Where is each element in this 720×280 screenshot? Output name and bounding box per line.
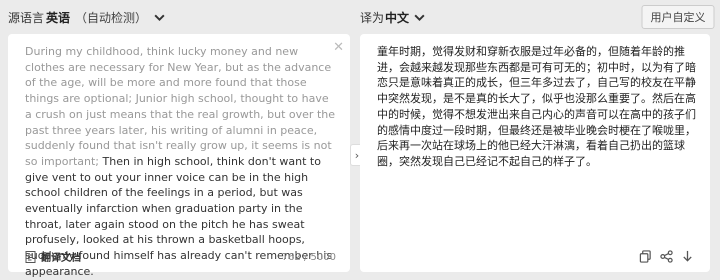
custom-definition-button[interactable]: 用户自定义 xyxy=(641,5,715,29)
character-counter: 762 / 5000 xyxy=(281,252,336,263)
chevron-down-icon xyxy=(154,14,165,22)
source-text-input[interactable]: During my childhood, think lucky money a… xyxy=(25,44,337,280)
translate-document-label: 翻译文档 xyxy=(41,253,81,264)
document-icon xyxy=(25,250,36,263)
translation-actions xyxy=(639,250,694,263)
download-icon[interactable] xyxy=(681,250,694,263)
translate-document-link[interactable]: 翻译文档 xyxy=(25,249,81,264)
target-language-selector[interactable]: 译为 中文 xyxy=(360,9,426,26)
close-icon[interactable]: ✕ xyxy=(333,40,344,55)
copy-icon[interactable] xyxy=(639,250,652,263)
source-language-prefix: 源语言 xyxy=(8,11,45,25)
source-language-selector[interactable]: 源语言 英语 （自动检测） xyxy=(8,9,166,26)
target-language-prefix: 译为 xyxy=(360,11,385,25)
target-panel: 童年时期，觉得发财和穿新衣服是过年必备的，但随着年龄的推进，会越来越发现那些东西… xyxy=(360,34,710,272)
auto-detect-label: （自动检测） xyxy=(75,11,148,25)
top-bar: 源语言 英语 （自动检测） 译为 中文 用户自定义 xyxy=(0,0,720,34)
source-text-muted: During my childhood, think lucky money a… xyxy=(25,45,336,168)
chevron-down-icon xyxy=(414,14,425,22)
share-icon[interactable] xyxy=(660,250,673,263)
source-language-name: 英语 xyxy=(46,11,71,25)
translation-output: 童年时期，觉得发财和穿新衣服是过年必备的，但随着年龄的推进，会越来越发现那些东西… xyxy=(377,45,696,168)
target-language-name: 中文 xyxy=(385,11,410,25)
source-panel: During my childhood, think lucky money a… xyxy=(8,34,350,278)
